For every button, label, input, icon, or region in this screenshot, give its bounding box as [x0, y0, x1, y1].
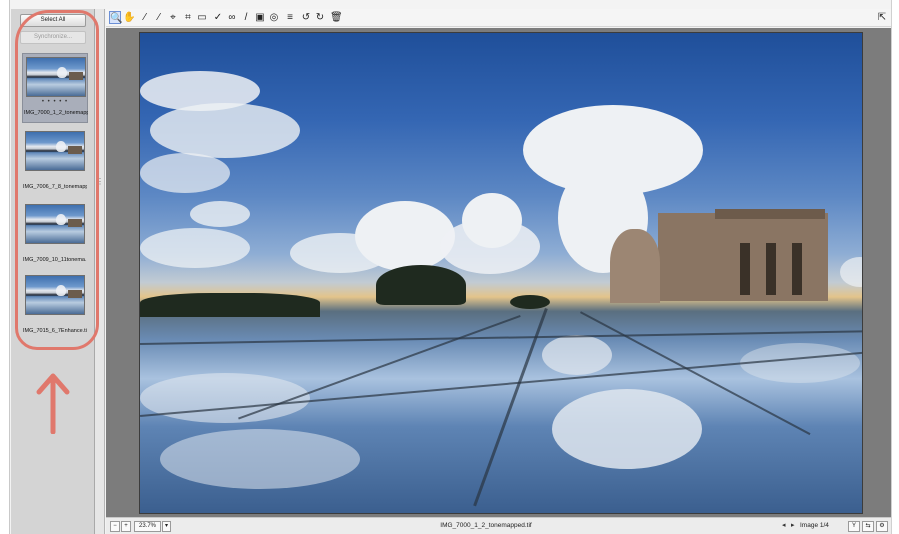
red-eye-icon[interactable]: ∞	[226, 11, 238, 24]
status-bar: − + 23.7% ▾ IMG_7000_1_2_tonemapped.tif …	[106, 517, 891, 534]
preferences-icon[interactable]: ≡	[284, 11, 296, 24]
annotation-arrow-icon	[36, 373, 70, 434]
preview-photo[interactable]	[139, 32, 863, 514]
zoom-dropdown-chevron-icon[interactable]: ▾	[162, 521, 171, 532]
trash-icon[interactable]: 🗑	[330, 11, 343, 24]
compare-views-icon[interactable]: ⇆	[862, 521, 874, 532]
white-balance-icon[interactable]: ⁄	[139, 11, 151, 24]
next-image-icon[interactable]: ▸	[791, 521, 795, 529]
straighten-icon[interactable]: ▭	[196, 11, 208, 24]
zoom-out-icon[interactable]: −	[110, 521, 120, 532]
preview-toggle-icon[interactable]: Y	[848, 521, 860, 532]
window-left-edge	[0, 0, 10, 534]
color-sampler-icon[interactable]: ⁄	[153, 11, 165, 24]
spot-removal-icon[interactable]: ✓	[212, 11, 224, 24]
rotate-right-icon[interactable]: ↻	[314, 11, 326, 24]
preview-settings-icon[interactable]: ⚙	[876, 521, 888, 532]
crop-icon[interactable]: ⌗	[182, 11, 194, 24]
zoom-in-icon[interactable]: +	[121, 521, 131, 532]
adjustment-brush-icon[interactable]: /	[240, 11, 252, 24]
fullscreen-icon[interactable]: ⇱	[876, 11, 888, 24]
previous-image-icon[interactable]: ◂	[782, 521, 786, 529]
image-counter: Image 1/4	[800, 522, 829, 529]
current-filename: IMG_7000_1_2_tonemapped.tif	[440, 522, 532, 529]
annotation-oval	[15, 10, 99, 350]
rotate-left-icon[interactable]: ↺	[300, 11, 312, 24]
targeted-adjustment-icon[interactable]: ⌖	[167, 11, 179, 24]
camera-raw-window: ⋮ Select All Synchronize... • • • • • IM…	[0, 0, 899, 534]
hand-icon[interactable]: ✋	[123, 11, 135, 24]
radial-filter-icon[interactable]: ◎	[268, 11, 280, 24]
graduated-filter-icon[interactable]: ▣	[254, 11, 266, 24]
image-preview-area[interactable]	[106, 28, 891, 517]
zoom-icon[interactable]: 🔍	[109, 11, 122, 24]
window-right-edge	[891, 0, 899, 534]
tool-bar: 🔍 ✋ ⁄ ⁄ ⌖ ⌗ ▭ ✓ ∞ / ▣ ◎ ≡ ↺ ↻ 🗑 ⇱	[106, 9, 891, 27]
zoom-level-field[interactable]: 23.7%	[134, 521, 161, 532]
